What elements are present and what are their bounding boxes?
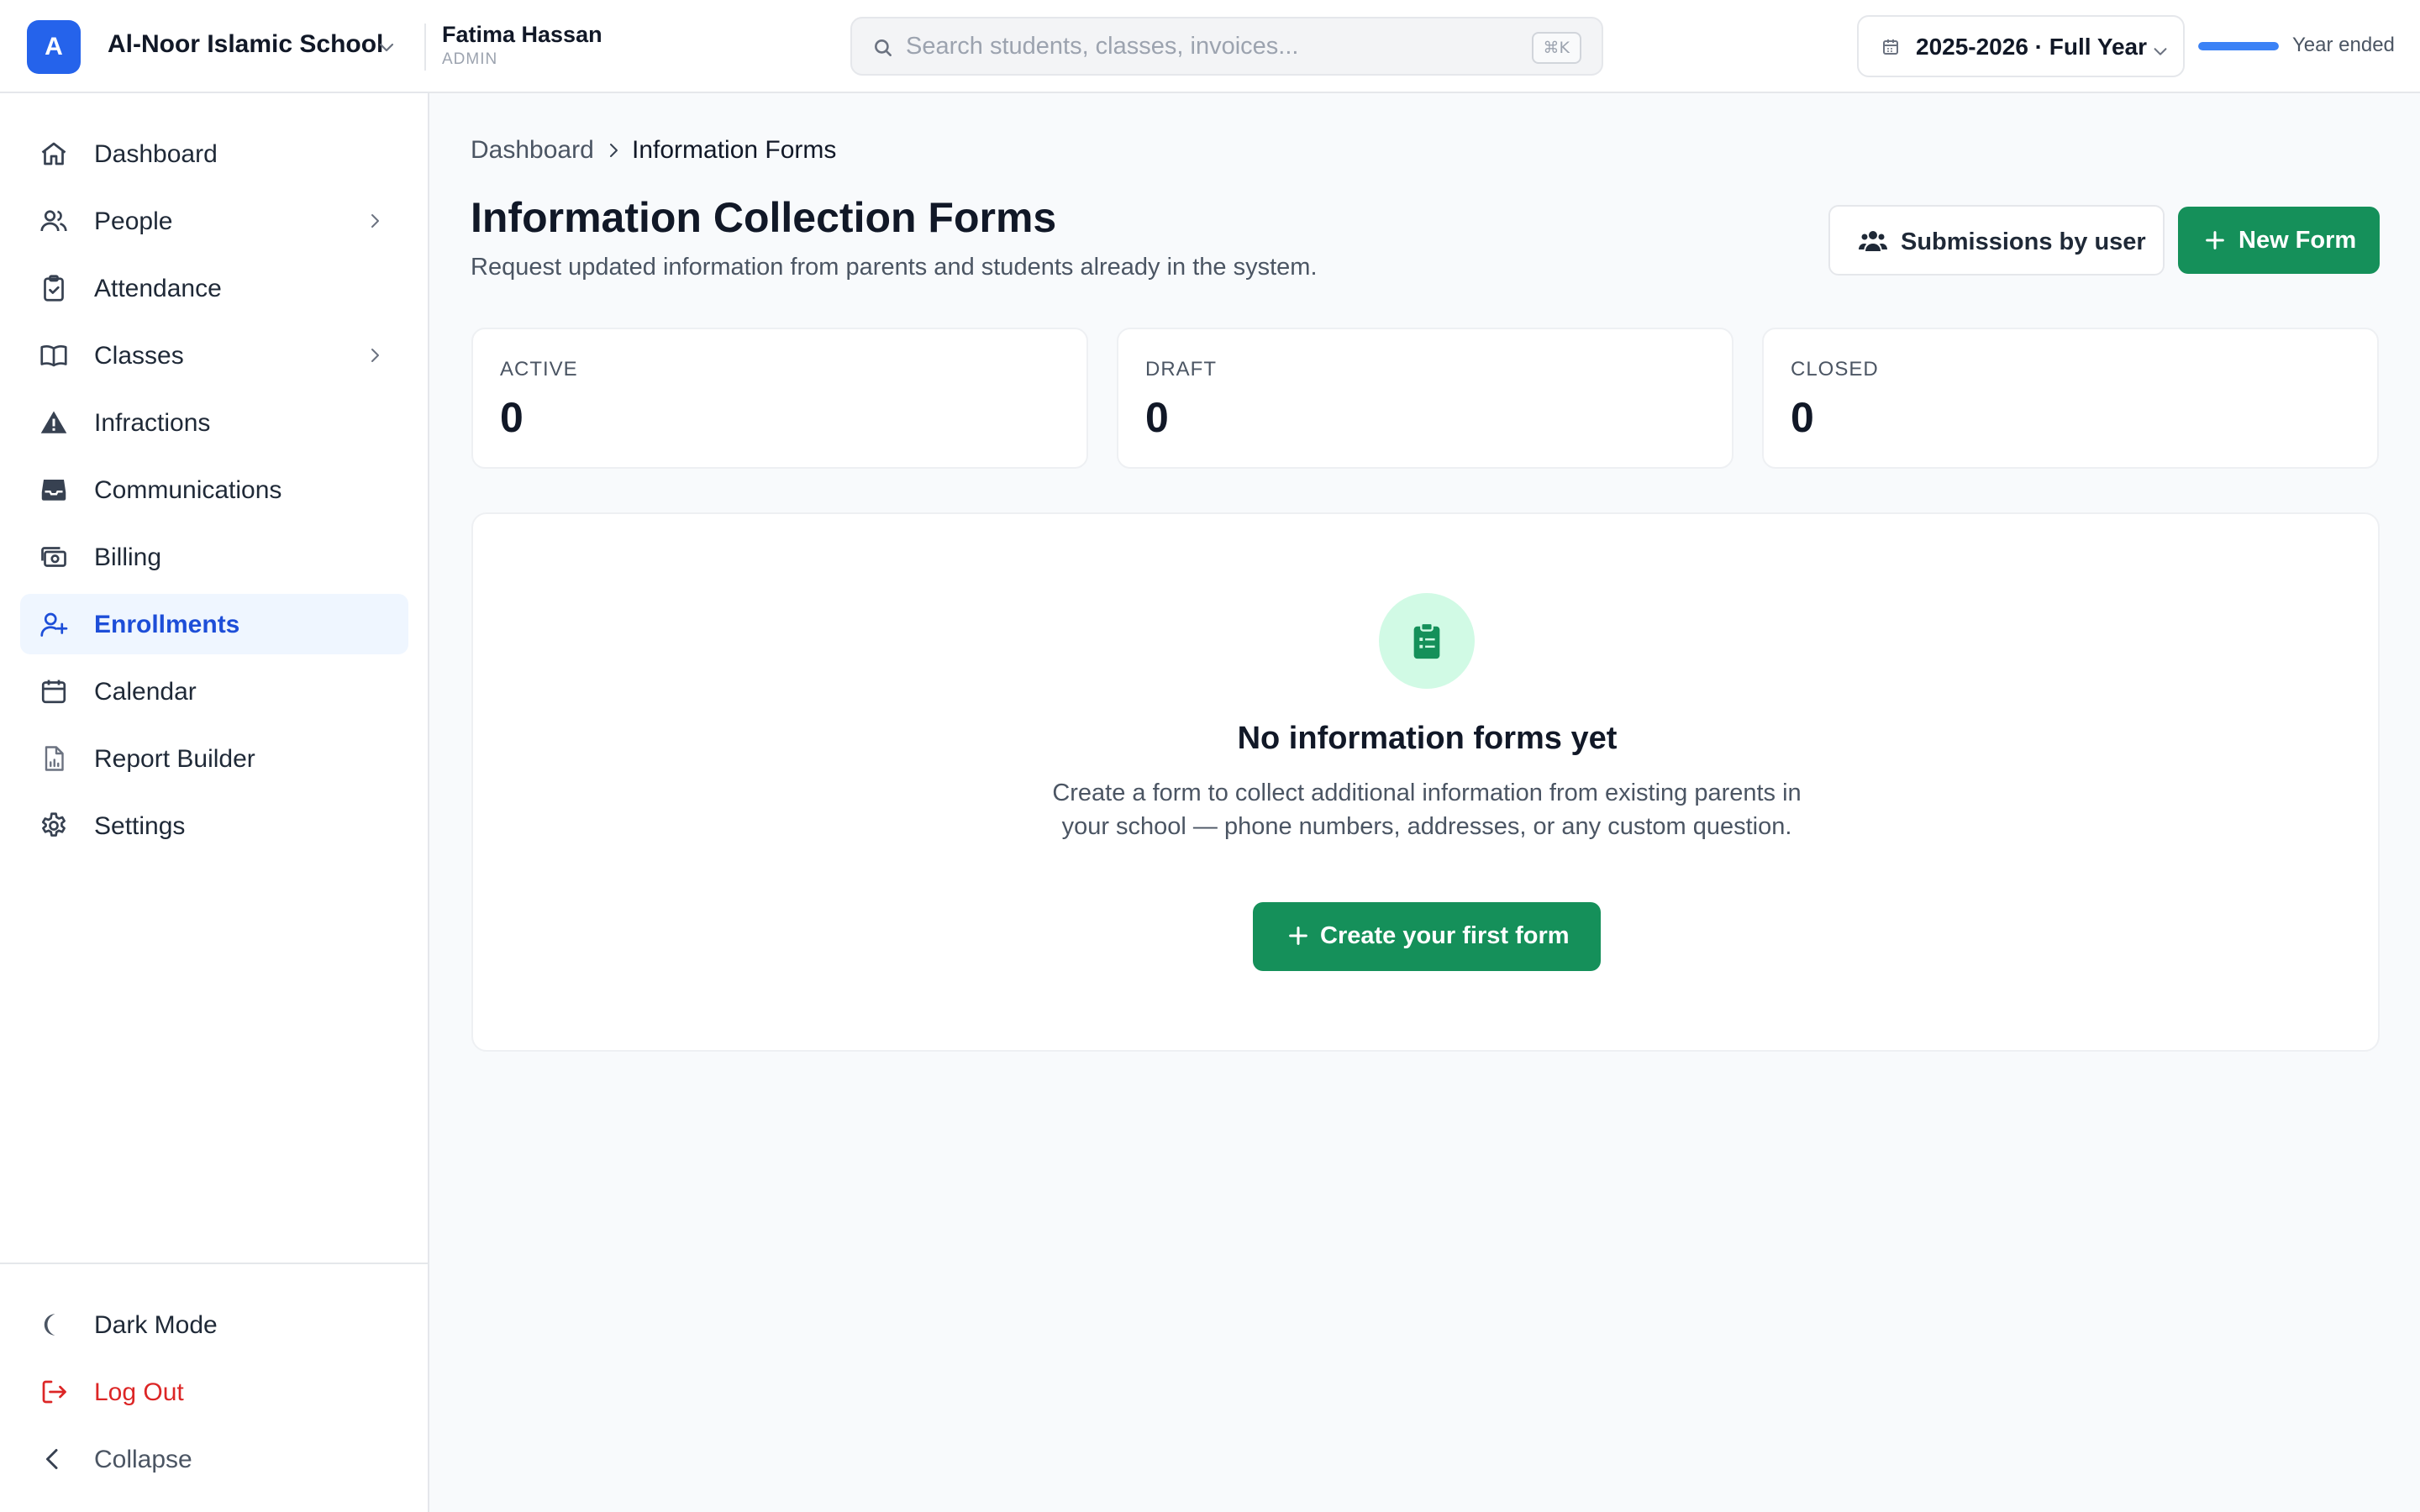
sidebar-item-label: Infractions <box>94 409 211 437</box>
plus-icon <box>1289 927 1307 945</box>
stat-value: 0 <box>1791 394 1814 441</box>
empty-state-title: No information forms yet <box>1237 721 1618 756</box>
logout-label: Log Out <box>94 1378 184 1406</box>
search-icon <box>875 39 892 56</box>
cash-icon <box>41 547 66 567</box>
chevron-right-icon <box>371 214 379 228</box>
sidebar-item-label: Dashboard <box>94 140 218 168</box>
submissions-by-user-button[interactable]: Submissions by user <box>1828 205 2165 276</box>
stat-card-closed: CLOSED 0 <box>1762 328 2379 469</box>
warning-icon <box>40 411 67 433</box>
school-year-select[interactable]: 2025-2026 · Full Year <box>1857 15 2185 77</box>
chevron-right-icon <box>371 349 379 362</box>
collapse-sidebar-button[interactable]: Collapse <box>20 1429 408 1489</box>
new-form-label: New Form <box>2238 227 2357 254</box>
clipboard-list-icon <box>1413 622 1440 659</box>
stat-value: 0 <box>500 394 523 441</box>
stat-label: ACTIVE <box>500 358 578 381</box>
sidebar: Dashboard People Attendance Classes Infr… <box>0 93 429 1512</box>
users-icon <box>40 210 67 232</box>
year-status: Year ended <box>2292 34 2395 56</box>
user-plus-icon <box>40 612 68 637</box>
sidebar-item-label: Calendar <box>94 678 197 706</box>
sidebar-item-enrollments[interactable]: Enrollments <box>20 594 408 654</box>
year-progress-bar <box>2198 42 2279 50</box>
sidebar-item-report-builder[interactable]: Report Builder <box>20 728 408 789</box>
sidebar-item-infractions[interactable]: Infractions <box>20 392 408 453</box>
page-subtitle: Request updated information from parents… <box>471 254 1318 281</box>
book-open-icon <box>40 344 67 367</box>
submissions-by-user-label: Submissions by user <box>1901 228 2146 255</box>
search-shortcut-badge: ⌘K <box>1531 32 1581 64</box>
page-title: Information Collection Forms <box>471 194 1057 241</box>
chevron-down-icon <box>2154 48 2167 55</box>
empty-state-icon-circle <box>1379 593 1475 689</box>
sidebar-item-label: Communications <box>94 476 282 504</box>
school-switcher-label[interactable]: Al-Noor Islamic School <box>108 30 383 59</box>
sidebar-item-settings[interactable]: Settings <box>20 795 408 856</box>
divider <box>424 24 426 71</box>
stat-card-draft: DRAFT 0 <box>1117 328 1733 469</box>
breadcrumb-current: Information Forms <box>632 136 837 164</box>
dark-mode-label: Dark Mode <box>94 1311 218 1339</box>
school-year-label: 2025-2026 · Full Year <box>1916 34 2147 60</box>
school-logo[interactable]: A <box>27 20 81 74</box>
user-name: Fatima Hassan <box>442 22 602 47</box>
user-role: ADMIN <box>442 50 498 68</box>
chevron-down-icon[interactable] <box>376 37 397 57</box>
moon-icon <box>44 1314 55 1336</box>
sidebar-item-classes[interactable]: Classes <box>20 325 408 386</box>
stat-value: 0 <box>1145 394 1169 441</box>
report-icon <box>45 746 64 771</box>
breadcrumb-dashboard-link[interactable]: Dashboard <box>471 136 594 165</box>
sidebar-item-calendar[interactable]: Calendar <box>20 661 408 722</box>
create-first-form-button[interactable]: Create your first form <box>1253 902 1601 971</box>
sidebar-item-billing[interactable]: Billing <box>20 527 408 587</box>
plus-icon <box>2206 231 2224 249</box>
sidebar-item-label: People <box>94 207 173 235</box>
logout-button[interactable]: Log Out <box>20 1362 408 1422</box>
new-form-button[interactable]: New Form <box>2178 207 2380 274</box>
logout-icon <box>42 1380 66 1404</box>
top-bar: A Al-Noor Islamic School Fatima Hassan A… <box>0 0 2420 93</box>
sidebar-item-label: Settings <box>94 812 186 840</box>
empty-state-description: Create a form to collect additional info… <box>1052 780 1802 840</box>
stat-card-active: ACTIVE 0 <box>471 328 1088 469</box>
create-first-form-label: Create your first form <box>1320 922 1570 949</box>
sidebar-item-people[interactable]: People <box>20 191 408 251</box>
global-search[interactable]: ⌘K <box>850 17 1603 76</box>
gear-icon <box>41 812 66 837</box>
home-icon <box>41 142 66 165</box>
sidebar-item-attendance[interactable]: Attendance <box>20 258 408 318</box>
sidebar-item-label: Enrollments <box>94 611 240 638</box>
calendar-icon <box>1883 39 1898 55</box>
dark-mode-toggle[interactable]: Dark Mode <box>20 1294 408 1355</box>
stat-label: CLOSED <box>1791 358 1879 381</box>
sidebar-item-label: Attendance <box>94 275 222 302</box>
empty-state-card: No information forms yet Create a form t… <box>471 512 2380 1052</box>
sidebar-item-label: Report Builder <box>94 745 255 773</box>
users-icon <box>1859 231 1887 251</box>
chevron-right-icon <box>610 144 618 157</box>
sidebar-item-communications[interactable]: Communications <box>20 459 408 520</box>
search-input[interactable] <box>906 27 1511 66</box>
sidebar-item-label: Classes <box>94 342 184 370</box>
chevron-left-icon <box>46 1449 58 1469</box>
sidebar-item-dashboard[interactable]: Dashboard <box>20 123 408 184</box>
clipboard-check-icon <box>44 275 64 302</box>
stat-label: DRAFT <box>1145 358 1217 381</box>
year-progress-fill <box>2198 42 2279 50</box>
inbox-icon <box>41 480 66 501</box>
collapse-label: Collapse <box>94 1446 192 1473</box>
calendar-icon <box>41 680 66 704</box>
sidebar-footer: Dark Mode Log Out Collapse <box>0 1263 428 1473</box>
sidebar-item-label: Billing <box>94 543 162 571</box>
